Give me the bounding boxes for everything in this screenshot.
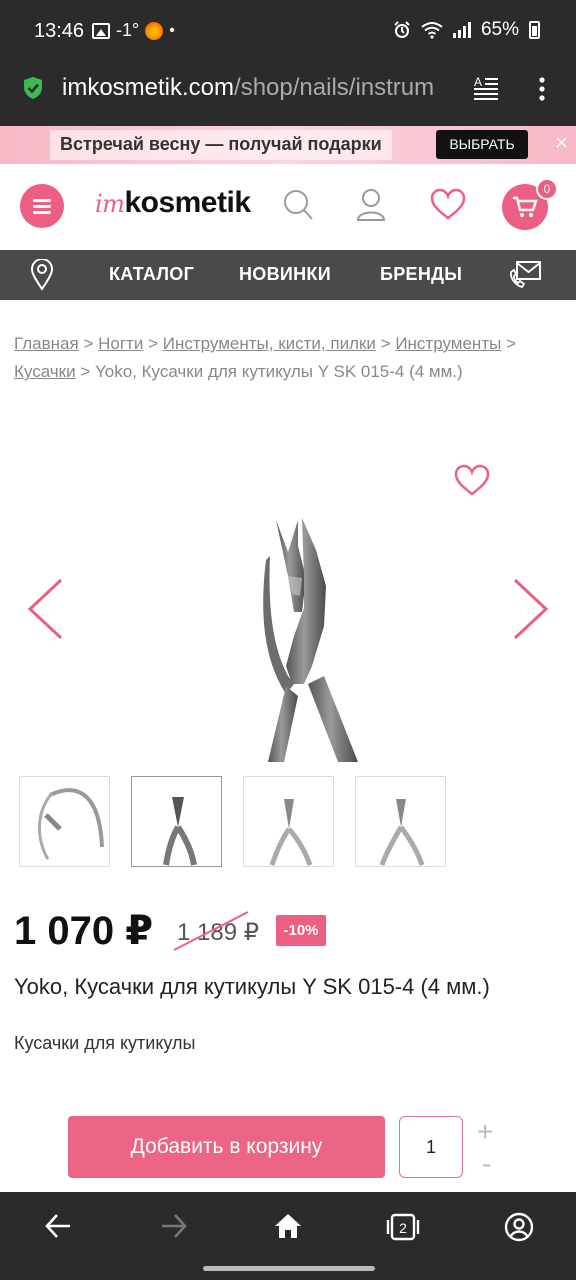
site-header: imkosmetik 0 [0,164,576,250]
profile-icon[interactable] [504,1212,534,1242]
battery-icon [529,21,540,39]
nav-catalog[interactable]: КАТАЛОГ [109,264,194,285]
breadcrumb-tools-brushes-files[interactable]: Инструменты, кисти, пилки [163,334,376,353]
signal-icon [452,22,471,38]
forward-arrow-icon[interactable] [160,1212,188,1240]
promo-banner[interactable]: Встречай весну — получай подарки ВЫБРАТЬ… [0,126,576,164]
browser-menu-icon[interactable] [532,76,552,102]
reader-mode-icon[interactable]: A [472,74,500,100]
location-pin-icon[interactable] [30,259,54,291]
thumbnail-image [37,788,104,860]
gallery-next-arrow-icon[interactable] [512,578,550,640]
battery-percent: 65% [480,19,519,40]
home-icon[interactable] [274,1212,302,1240]
logo-im: im [95,190,125,218]
thumbnail-image [379,799,425,866]
alarm-icon [394,21,410,38]
breadcrumb-current: Yoko, Кусачки для кутикулы Y SK 015-4 (4… [95,362,463,381]
contact-mail-phone-icon[interactable] [508,260,542,290]
add-to-cart-button[interactable]: Добавить в корзину [68,1116,385,1178]
search-icon[interactable] [282,188,314,222]
status-time: 13:46 [34,20,85,42]
add-to-favorites-icon[interactable] [454,464,490,496]
app-notification-icon [145,21,164,40]
breadcrumb: Главная > Ногти > Инструменты, кисти, пи… [14,330,564,386]
url-field[interactable]: imkosmetik.com/shop/nails/instrum [62,74,460,102]
temperature: -1° [116,20,140,40]
breadcrumb-nails[interactable]: Ногти [98,334,143,353]
svg-text:A: A [474,75,482,89]
thumbnail-3[interactable] [243,776,334,867]
thumbnail-4[interactable] [355,776,446,867]
breadcrumb-home[interactable]: Главная [14,334,79,353]
cart-count-badge: 0 [536,178,558,200]
cart-icon [513,196,538,217]
wifi-icon [421,22,443,39]
logo-main: kosmetik [124,186,251,219]
gesture-home-indicator[interactable] [203,1266,375,1271]
secure-shield-icon[interactable] [22,76,44,100]
breadcrumb-separator: > [80,362,91,381]
gallery-prev-arrow-icon[interactable] [26,578,64,640]
promo-select-button[interactable]: ВЫБРАТЬ [436,130,528,159]
quantity-input[interactable]: 1 [399,1116,463,1178]
thumbnail-1[interactable] [19,776,110,867]
breadcrumb-separator: > [380,334,391,353]
nav-new[interactable]: НОВИНКИ [239,264,331,285]
promo-text: Встречай весну — получай подарки [50,130,392,160]
quantity-increase-button[interactable]: + [477,1116,493,1148]
promo-close-icon[interactable]: × [555,130,568,156]
back-arrow-icon[interactable] [44,1212,72,1240]
discount-badge: -10% [276,915,326,946]
url-path: /shop/nails/instrum [234,74,435,101]
favorites-heart-icon[interactable] [430,188,466,220]
breadcrumb-separator: > [83,334,94,353]
nav-brands[interactable]: БРЕНДЫ [380,264,462,285]
quantity-decrease-button[interactable]: - [482,1148,491,1180]
svg-text:2: 2 [399,1220,407,1236]
menu-button[interactable] [20,184,64,228]
thumbnail-image [163,797,197,866]
url-domain: imkosmetik.com [62,74,235,101]
tabs-icon[interactable]: 2 [386,1212,420,1242]
gallery-notification-icon [92,22,110,39]
site-logo[interactable]: imkosmetik [95,186,251,220]
current-price: 1 070 ₽ [14,909,154,953]
breadcrumb-tools[interactable]: Инструменты [395,334,501,353]
status-bar: 13:46 -1° • 65% [0,0,576,62]
breadcrumb-nippers[interactable]: Кусачки [14,362,76,381]
main-nav: КАТАЛОГ НОВИНКИ БРЕНДЫ [0,250,576,300]
old-price-strikethrough [173,911,249,951]
browser-url-bar: imkosmetik.com/shop/nails/instrum A [0,62,576,126]
thumbnail-2[interactable] [131,776,222,867]
breadcrumb-separator: > [148,334,159,353]
product-title: Yoko, Кусачки для кутикулы Y SK 015-4 (4… [14,974,490,999]
more-notifications-dot: • [169,21,175,39]
product-image[interactable] [228,516,368,762]
product-description: Кусачки для кутикулы [14,1033,196,1053]
account-icon[interactable] [356,188,386,222]
breadcrumb-separator: > [506,334,517,353]
thumbnail-image [269,799,313,866]
